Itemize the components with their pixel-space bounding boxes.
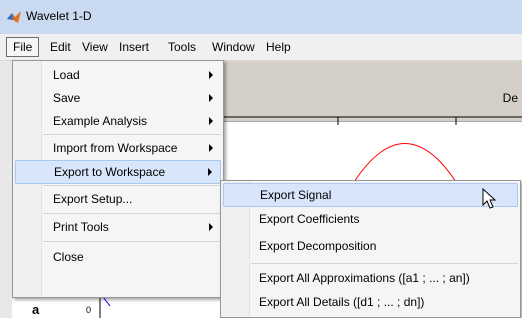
menu-item-export-coefficients[interactable]: Export Coefficients <box>223 208 518 230</box>
menu-item-close[interactable]: Close <box>15 246 221 268</box>
menu-window[interactable]: Window <box>206 38 261 56</box>
submenu-arrow-icon <box>209 144 213 152</box>
menu-item-import-from-workspace[interactable]: Import from Workspace <box>15 137 221 159</box>
left-strip <box>0 61 12 318</box>
menu-item-export-decomposition[interactable]: Export Decomposition <box>223 235 518 257</box>
menu-edit[interactable]: Edit <box>44 38 77 56</box>
menu-item-export-signal[interactable]: Export Signal <box>223 183 518 207</box>
menu-separator <box>251 263 518 264</box>
menu-bar: File Edit View Insert Tools Window Help <box>0 34 522 61</box>
menu-item-print-tools[interactable]: Print Tools <box>15 216 221 238</box>
menu-help[interactable]: Help <box>260 38 297 56</box>
submenu-arrow-icon <box>209 117 213 125</box>
menu-file[interactable]: File <box>6 37 40 57</box>
menu-item-load[interactable]: Load <box>15 64 221 86</box>
menu-separator <box>43 134 221 135</box>
submenu-arrow-icon <box>208 168 212 176</box>
menu-separator <box>43 241 221 242</box>
matlab-logo-icon <box>7 11 21 23</box>
axis-letter: a <box>32 302 40 317</box>
menu-item-export-setup[interactable]: Export Setup... <box>15 188 221 210</box>
menu-item-export-to-workspace[interactable]: Export to Workspace <box>15 160 221 184</box>
export-submenu: Export Signal Export Coefficients Export… <box>220 180 521 318</box>
title-bar: Wavelet 1-D <box>0 0 522 34</box>
submenu-arrow-icon <box>209 94 213 102</box>
menu-separator <box>43 213 221 214</box>
menu-insert[interactable]: Insert <box>113 38 155 56</box>
file-menu: Load Save Example Analysis Import from W… <box>12 60 224 298</box>
window-title: Wavelet 1-D <box>26 9 92 23</box>
menu-view[interactable]: View <box>76 38 114 56</box>
mouse-pointer-icon <box>482 188 497 209</box>
menu-item-export-all-details[interactable]: Export All Details ([d1 ; ... ; dn]) <box>223 291 518 313</box>
submenu-arrow-icon <box>209 223 213 231</box>
menu-separator <box>43 185 221 186</box>
submenu-arrow-icon <box>209 71 213 79</box>
axis-tick-label: 0 <box>86 305 92 315</box>
menu-tools[interactable]: Tools <box>162 38 202 56</box>
menu-item-export-all-approximations[interactable]: Export All Approximations ([a1 ; ... ; a… <box>223 267 518 289</box>
menu-item-save[interactable]: Save <box>15 87 221 109</box>
menu-item-example-analysis[interactable]: Example Analysis <box>15 110 221 132</box>
